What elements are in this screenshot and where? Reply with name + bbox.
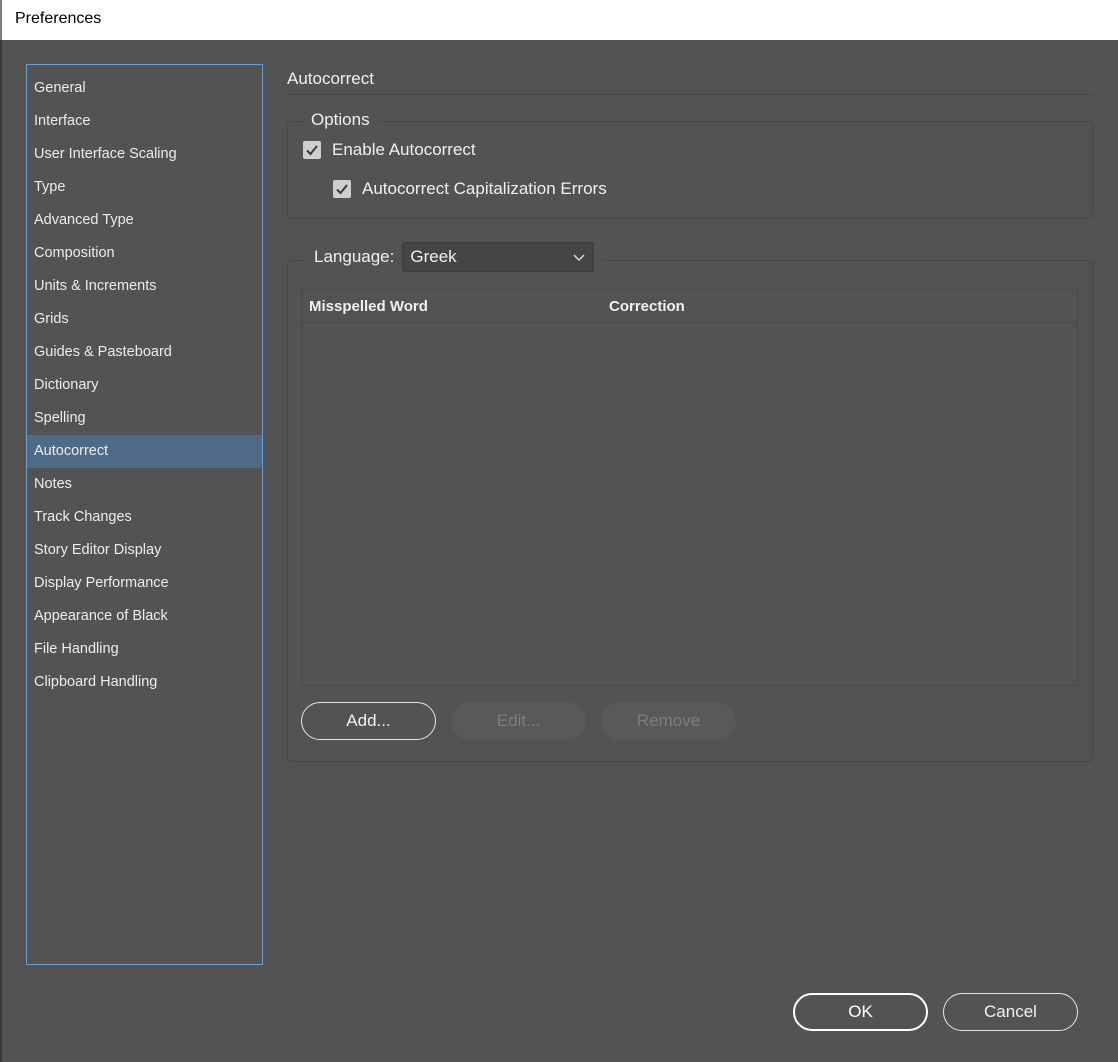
enable-autocorrect-label: Enable Autocorrect [332, 140, 476, 159]
table-header: Misspelled Word Correction [302, 290, 1077, 323]
section-title: Autocorrect [287, 69, 374, 88]
enable-autocorrect-checkbox[interactable] [303, 141, 321, 159]
autocorrect-table[interactable]: Misspelled Word Correction [301, 289, 1078, 686]
capitalization-errors-label: Autocorrect Capitalization Errors [362, 179, 607, 198]
sidebar-item-general[interactable]: General [27, 72, 262, 105]
sidebar-item-advanced-type[interactable]: Advanced Type [27, 204, 262, 237]
sidebar-item-dictionary[interactable]: Dictionary [27, 369, 262, 402]
sidebar-item-story-editor-display[interactable]: Story Editor Display [27, 534, 262, 567]
add-button[interactable]: Add... [301, 702, 436, 740]
ok-button[interactable]: OK [793, 993, 928, 1031]
edit-button[interactable]: Edit... [451, 702, 586, 740]
category-list[interactable]: General Interface User Interface Scaling Ty… [26, 64, 263, 965]
capitalization-errors-row[interactable]: Autocorrect Capitalization Errors [333, 179, 607, 199]
sidebar-item-user-interface-scaling[interactable]: User Interface Scaling [27, 138, 262, 171]
sidebar-item-composition[interactable]: Composition [27, 237, 262, 270]
checkmark-icon [306, 145, 318, 156]
window-title: Preferences [0, 0, 1118, 40]
options-group [287, 121, 1093, 219]
sidebar-item-autocorrect[interactable]: Autocorrect [27, 435, 262, 468]
sidebar-item-display-performance[interactable]: Display Performance [27, 567, 262, 600]
sidebar-item-spelling[interactable]: Spelling [27, 402, 262, 435]
sidebar-item-appearance-of-black[interactable]: Appearance of Black [27, 600, 262, 633]
sidebar-item-units-increments[interactable]: Units & Increments [27, 270, 262, 303]
cancel-button[interactable]: Cancel [943, 993, 1078, 1031]
enable-autocorrect-row[interactable]: Enable Autocorrect [303, 140, 476, 160]
category-list-items: General Interface User Interface Scaling Ty… [27, 65, 262, 699]
options-legend: Options [303, 110, 378, 130]
capitalization-errors-checkbox[interactable] [333, 180, 351, 198]
column-header-misspelled-word[interactable]: Misspelled Word [302, 298, 609, 315]
remove-button[interactable]: Remove [601, 702, 736, 740]
sidebar-item-grids[interactable]: Grids [27, 303, 262, 336]
checkmark-icon [336, 184, 348, 195]
title-divider [287, 94, 1093, 95]
sidebar-item-track-changes[interactable]: Track Changes [27, 501, 262, 534]
column-header-correction[interactable]: Correction [609, 298, 685, 315]
sidebar-item-clipboard-handling[interactable]: Clipboard Handling [27, 666, 262, 699]
language-label: Language: [314, 247, 395, 266]
language-select-value: Greek [410, 247, 457, 266]
sidebar-item-interface[interactable]: Interface [27, 105, 262, 138]
sidebar-item-notes[interactable]: Notes [27, 468, 262, 501]
preferences-dialog: General Interface User Interface Scaling Ty… [0, 40, 1118, 1062]
language-select[interactable]: Greek [402, 242, 595, 272]
sidebar-item-guides-pasteboard[interactable]: Guides & Pasteboard [27, 336, 262, 369]
sidebar-item-file-handling[interactable]: File Handling [27, 633, 262, 666]
language-bar: Language: Greek [306, 242, 603, 272]
sidebar-item-type[interactable]: Type [27, 171, 262, 204]
chevron-down-icon [573, 254, 585, 261]
